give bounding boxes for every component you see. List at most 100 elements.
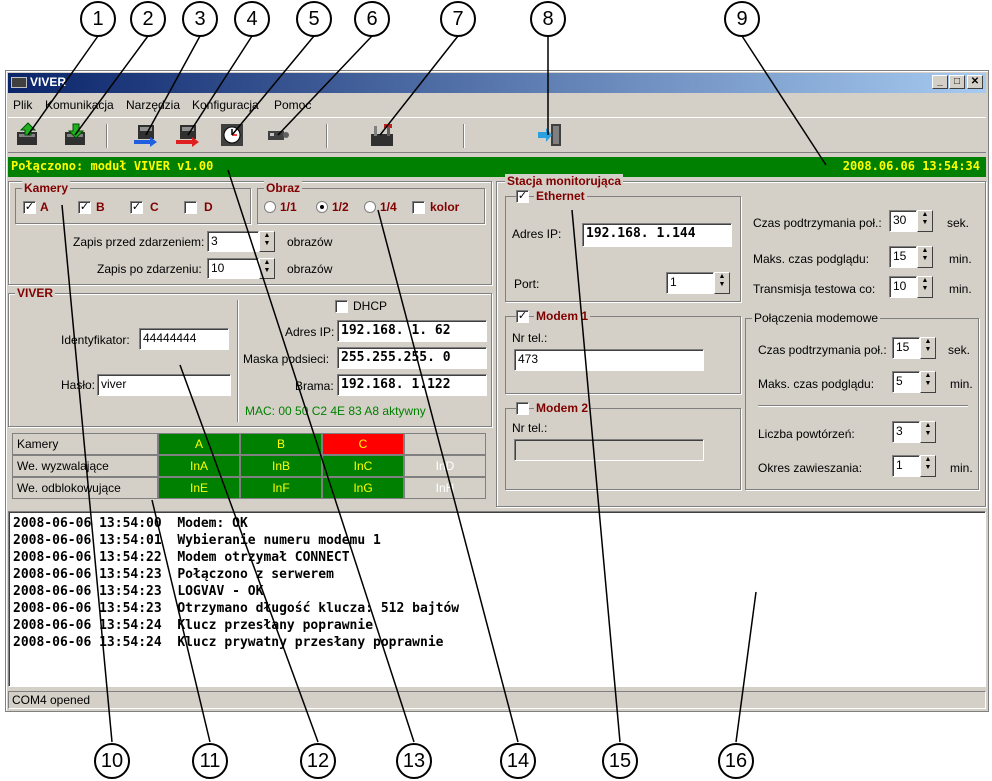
monitoring-station-panel: Stacja monitorująca ✓ Ethernet Adres IP:…	[496, 174, 986, 507]
camera-c-checkbox[interactable]: ✓	[130, 201, 143, 214]
send-blue-icon[interactable]	[132, 122, 160, 148]
record-before-unit: obrazów	[287, 235, 333, 249]
ethernet-checkbox[interactable]: ✓	[516, 190, 529, 203]
connection-status: Połączono: moduł VIVER v1.00	[11, 159, 214, 173]
camera-icon[interactable]	[264, 122, 292, 148]
eth-keepalive-unit: sek.	[947, 216, 970, 230]
modem-keepalive-spinner[interactable]: ▲ ▼	[920, 337, 936, 359]
suspend-spinner[interactable]: ▲ ▼	[920, 455, 936, 477]
tools-icon[interactable]	[368, 122, 396, 148]
exit-icon[interactable]	[536, 122, 564, 148]
eth-preview-input[interactable]: 15	[889, 246, 917, 268]
station-ip-label: Adres IP:	[512, 227, 562, 241]
viver-ip-input[interactable]: 192.168. 1. 62	[337, 320, 487, 342]
log-line: 2008-06-06 13:54:22 Modem otrzymał CONNE…	[13, 550, 350, 565]
ethernet-label: Ethernet	[534, 189, 587, 203]
suspend-label: Okres zawieszania:	[758, 461, 863, 475]
identifier-input[interactable]: 44444444	[139, 328, 229, 350]
grid-cell-in-f: InF	[240, 477, 322, 499]
download-icon[interactable]	[62, 122, 90, 148]
grid-cell-in-g: InG	[322, 477, 404, 499]
resolution-1-1-radio[interactable]	[264, 201, 276, 213]
callout-15: 15	[602, 743, 638, 779]
record-before-label: Zapis przed zdarzeniem:	[73, 235, 205, 249]
monitoring-station-title: Stacja monitorująca	[505, 174, 624, 188]
modem-keepalive-input[interactable]: 15	[892, 337, 920, 359]
menu-plik[interactable]: Plik	[13, 98, 32, 112]
eth-preview-spinner[interactable]: ▲ ▼	[917, 246, 933, 268]
modem1-label: Modem 1	[534, 309, 591, 323]
port-spinner[interactable]: ▲ ▼	[714, 272, 730, 294]
modem2-tel-input[interactable]	[514, 439, 704, 461]
suspend-input[interactable]: 1	[892, 455, 920, 477]
camera-d-checkbox[interactable]	[184, 201, 197, 214]
eth-test-label: Transmisja testowa co:	[753, 282, 876, 296]
resolution-1-1-label: 1/1	[280, 200, 297, 214]
menu-pomoc[interactable]: Pomoc	[274, 98, 311, 112]
menu-konfiguracja[interactable]: Konfiguracja	[192, 98, 259, 112]
grid-row-label-unlock: We. odblokowujące	[12, 477, 158, 499]
dhcp-checkbox[interactable]	[335, 300, 348, 313]
resolution-1-4-label: 1/4	[380, 200, 397, 214]
resolution-1-2-label: 1/2	[332, 200, 349, 214]
log-line: 2008-06-06 13:54:00 Modem: OK	[13, 516, 248, 531]
gateway-label: Brama:	[295, 379, 334, 393]
password-input[interactable]: viver	[97, 374, 231, 396]
menu-narzedzia[interactable]: Narzędzia	[126, 98, 180, 112]
eth-test-unit: min.	[949, 282, 972, 296]
modem-preview-input[interactable]: 5	[892, 371, 920, 393]
grid-cell-camera-c: C	[322, 433, 404, 455]
modem1-tel-input[interactable]: 473	[514, 349, 704, 371]
minimize-button[interactable]: _	[932, 75, 948, 89]
window-title: VIVER	[30, 75, 67, 89]
record-after-spinner[interactable]: ▲ ▼	[259, 258, 275, 279]
maximize-button[interactable]: □	[949, 75, 965, 89]
modem-connections-title: Połączenia modemowe	[752, 311, 881, 325]
modem1-checkbox[interactable]: ✓	[516, 310, 529, 323]
resolution-1-4-radio[interactable]	[364, 201, 376, 213]
camera-a-checkbox[interactable]: ✓	[23, 201, 36, 214]
clock-icon[interactable]	[218, 122, 246, 148]
callout-9: 9	[724, 1, 760, 37]
modem2-label: Modem 2	[534, 401, 591, 415]
callout-16: 16	[718, 743, 754, 779]
modem2-checkbox[interactable]	[516, 402, 529, 415]
modem-preview-spinner[interactable]: ▲ ▼	[920, 371, 936, 393]
close-button[interactable]: ✕	[967, 75, 983, 89]
retries-label: Liczba powtórzeń:	[758, 427, 855, 441]
grid-cell-in-c: InC	[322, 455, 404, 477]
eth-preview-unit: min.	[949, 252, 972, 266]
modem-preview-unit: min.	[950, 377, 973, 391]
camera-settings-panel: Kamery ✓ A ✓ B ✓ C D Obraz 1/1 1/2 1/4 k…	[8, 181, 492, 285]
retries-spinner[interactable]: ▲ ▼	[920, 421, 936, 443]
retries-input[interactable]: 3	[892, 421, 920, 443]
color-checkbox[interactable]	[412, 201, 425, 214]
ethernet-group: ✓ Ethernet Adres IP: 192.168. 1.144 Port…	[505, 189, 741, 302]
upload-icon[interactable]	[14, 122, 42, 148]
menu-komunikacja[interactable]: Komunikacja	[45, 98, 114, 112]
modem-keepalive-unit: sek.	[948, 343, 971, 357]
title-bar[interactable]: VIVER _ □ ✕	[8, 73, 986, 93]
event-log[interactable]: 2008-06-06 13:54:00 Modem: OK 2008-06-06…	[8, 511, 986, 687]
toolbar-separator	[463, 124, 465, 148]
record-before-spinner[interactable]: ▲ ▼	[259, 231, 275, 252]
callout-6: 6	[354, 1, 390, 37]
log-line: 2008-06-06 13:54:23 Otrzymano długość kl…	[13, 601, 460, 616]
eth-keepalive-input[interactable]: 30	[889, 210, 917, 232]
camera-b-checkbox[interactable]: ✓	[78, 201, 91, 214]
record-before-input[interactable]: 3	[207, 231, 259, 252]
eth-test-input[interactable]: 10	[889, 276, 917, 298]
port-input[interactable]: 1	[666, 272, 714, 294]
toolbar-separator	[326, 124, 328, 148]
send-red-icon[interactable]	[174, 122, 202, 148]
eth-keepalive-label: Czas podtrzymania poł.:	[753, 216, 882, 230]
subnet-mask-input[interactable]: 255.255.255. 0	[337, 347, 487, 369]
callout-14: 14	[500, 743, 536, 779]
eth-test-spinner[interactable]: ▲ ▼	[917, 276, 933, 298]
record-after-input[interactable]: 10	[207, 258, 259, 279]
gateway-input[interactable]: 192.168. 1.122	[337, 374, 487, 396]
grid-cell-camera-a: A	[158, 433, 240, 455]
resolution-1-2-radio[interactable]	[316, 201, 328, 213]
eth-keepalive-spinner[interactable]: ▲ ▼	[917, 210, 933, 232]
station-ip-input[interactable]: 192.168. 1.144	[582, 223, 732, 247]
